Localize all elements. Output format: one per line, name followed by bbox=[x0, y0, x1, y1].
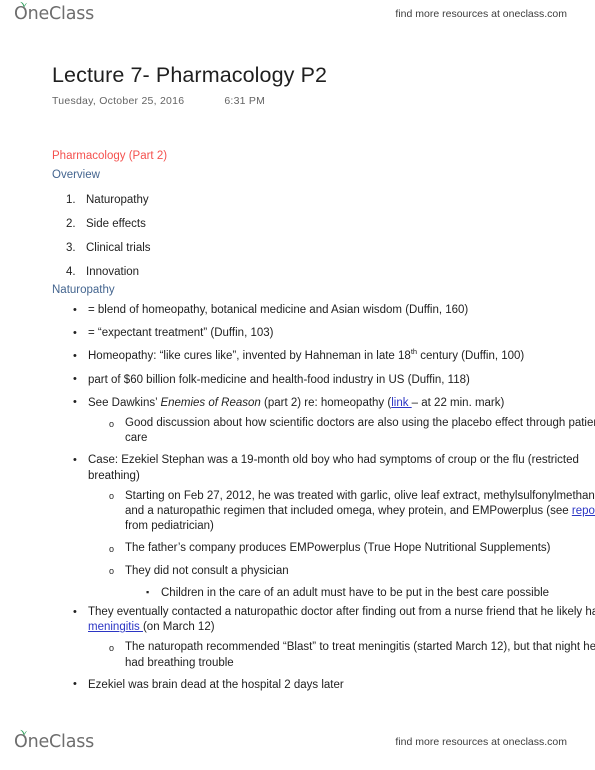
list-item: = blend of homeopathy, botanical medicin… bbox=[73, 302, 595, 318]
book-title: Enemies of Reason bbox=[160, 396, 261, 409]
bullet-text: Homeopathy: “like cures like”, invented … bbox=[88, 350, 411, 363]
list-item: Good discussion about how scientific doc… bbox=[109, 416, 595, 446]
physician-sub-sub-list: Children in the care of an adult must ha… bbox=[125, 585, 595, 601]
page-title: Lecture 7- Pharmacology P2 bbox=[52, 63, 328, 87]
bullet-text: See Dawkins’ bbox=[88, 396, 161, 409]
list-item: The naturopath recommended “Blast” to tr… bbox=[109, 640, 595, 670]
list-item: Side effects bbox=[66, 217, 146, 232]
document-date: Tuesday, October 25, 2016 bbox=[52, 95, 185, 107]
document-page: OneClass find more resources at oneclass… bbox=[0, 0, 595, 770]
list-item: Case: Ezekiel Stephan was a 19-month old… bbox=[73, 453, 595, 483]
list-item: They eventually contacted a naturopathic… bbox=[73, 605, 595, 635]
list-item: part of $60 billion folk-medicine and he… bbox=[73, 372, 595, 388]
overview-list: Naturopathy Side effects Clinical trials… bbox=[52, 193, 595, 280]
list-item: Ezekiel was brain dead at the hospital 2… bbox=[73, 677, 595, 693]
heading-overview: Overview bbox=[52, 169, 100, 181]
heading-topic: Pharmacology (Part 2) bbox=[52, 150, 168, 162]
list-item: = “expectant treatment” (Duffin, 103) bbox=[73, 326, 595, 341]
document-time: 6:31 PM bbox=[224, 95, 266, 107]
leaf-sprout-icon bbox=[19, 729, 27, 735]
bullet-text: They eventually contacted a naturopathic… bbox=[88, 606, 595, 619]
footer-tagline: find more resources at oneclass.com bbox=[395, 736, 567, 748]
bullet-text: Starting on Feb 27, 2012, he was treated… bbox=[125, 489, 595, 518]
case-sub-list: Starting on Feb 27, 2012, he was treated… bbox=[88, 488, 595, 601]
naturopath-sub-list: The naturopath recommended “Blast” to tr… bbox=[88, 640, 595, 670]
list-item: Homeopathy: “like cures like”, invented … bbox=[73, 348, 595, 364]
heading-naturopathy: Naturopathy bbox=[52, 284, 115, 296]
list-item: Clinical trials bbox=[66, 241, 151, 256]
dawkins-sub-list: Good discussion about how scientific doc… bbox=[88, 416, 595, 446]
page-footer: OneClass find more resources at oneclass… bbox=[0, 729, 595, 764]
list-item: They did not consult a physician bbox=[109, 563, 595, 579]
bullet-text-end: – at 22 min. mark) bbox=[411, 396, 505, 409]
list-item: Children in the care of an adult must ha… bbox=[146, 585, 595, 601]
list-item: Innovation bbox=[66, 265, 140, 280]
bullet-text-cont: century (Duffin, 100) bbox=[417, 350, 525, 363]
link-pediatrician-report[interactable]: report bbox=[572, 505, 595, 517]
list-item: Starting on Feb 27, 2012, he was treated… bbox=[109, 488, 595, 535]
bullet-text-end: from pediatrician) bbox=[125, 520, 214, 533]
link-dawkins-video[interactable]: link bbox=[391, 397, 411, 409]
naturopathy-bullet-list: = blend of homeopathy, botanical medicin… bbox=[52, 302, 595, 693]
list-item: The father’s company produces EMPowerplu… bbox=[109, 541, 595, 557]
list-item: Naturopathy bbox=[66, 193, 149, 208]
list-item: See Dawkins’ Enemies of Reason (part 2) … bbox=[73, 395, 595, 411]
oneclass-logo-footer[interactable]: OneClass bbox=[14, 729, 94, 752]
document-content-area: Lecture 7- Pharmacology P2 Tuesday, Octo… bbox=[0, 0, 595, 770]
document-meta: Tuesday, October 25, 2016 6:31 PM bbox=[52, 95, 595, 107]
bullet-text-end: (on March 12) bbox=[142, 621, 215, 634]
bullet-text-cont: (part 2) re: homeopathy ( bbox=[260, 396, 392, 409]
link-meningitis[interactable]: meningitis bbox=[88, 621, 143, 633]
